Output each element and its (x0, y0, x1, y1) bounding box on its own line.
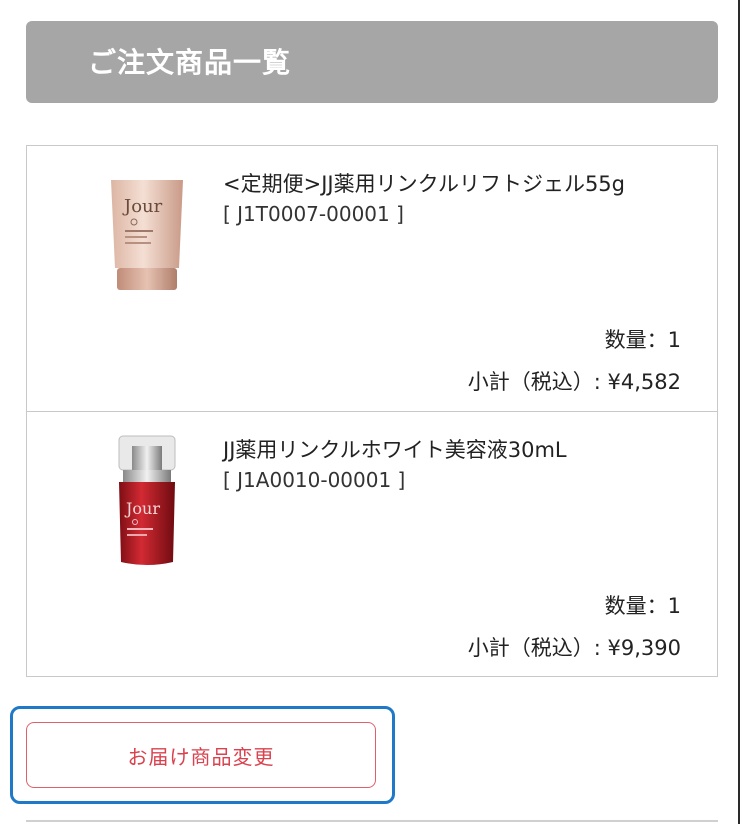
svg-text:Jour: Jour (124, 499, 160, 518)
quantity-text: 数量：1 (604, 328, 681, 352)
subtotal-text: 小計（税込）: ¥4,582 (467, 370, 681, 394)
bottle-product-image: Jour (118, 435, 176, 565)
product-code: [ J1T0007-00001 ] (223, 202, 404, 226)
divider (26, 820, 718, 822)
tube-product-image: Jour (111, 180, 183, 290)
page-edge-rule (738, 0, 740, 824)
quantity-text: 数量：1 (604, 594, 681, 618)
change-delivery-items-button[interactable]: お届け商品変更 (26, 722, 376, 788)
section-header: ご注文商品一覧 (26, 21, 718, 103)
product-name: <定期便>JJ薬用リンクルリフトジェル55g (223, 172, 625, 196)
product-name: JJ薬用リンクルホワイト美容液30mL (223, 438, 567, 462)
product-code: [ J1A0010-00001 ] (223, 468, 406, 492)
section-title: ご注文商品一覧 (88, 46, 292, 79)
list-item: Jour JJ薬用リンクルホワイト美容液30mL [ J1A0010-00001… (27, 411, 717, 676)
svg-text:Jour: Jour (122, 196, 163, 217)
list-item: Jour <定期便>JJ薬用リンクルリフトジェル55g [ J1T0007-00… (27, 146, 717, 411)
subtotal-text: 小計（税込）: ¥9,390 (467, 636, 681, 660)
order-item-list: Jour <定期便>JJ薬用リンクルリフトジェル55g [ J1T0007-00… (26, 145, 718, 677)
